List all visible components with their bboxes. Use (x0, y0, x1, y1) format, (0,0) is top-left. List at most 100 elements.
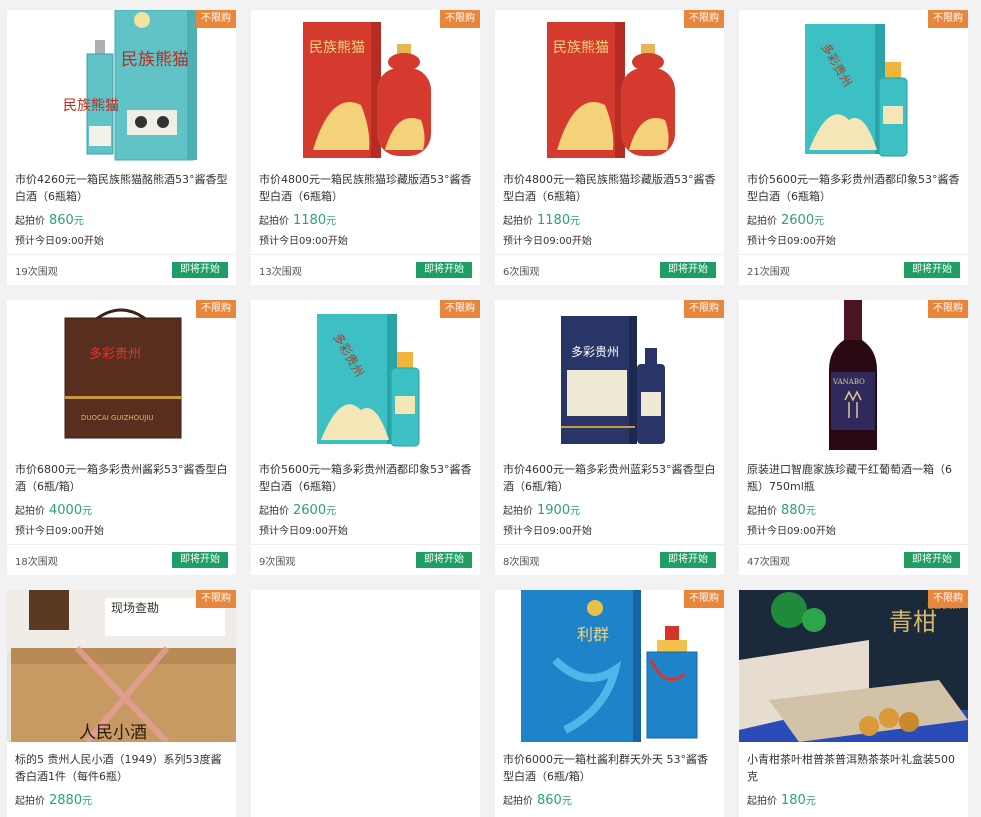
start-price-label: 起拍价 (15, 216, 45, 227)
product-title[interactable]: 原装进口智鹿家族珍藏干红葡萄酒一箱（6瓶）750ml瓶 (739, 461, 968, 495)
price-value: 4000 (49, 503, 83, 518)
no-limit-badge: 不限购 (440, 10, 480, 28)
coming-soon-button[interactable]: 即将开始 (172, 552, 228, 568)
panda-liquor-red-box-image: 民族熊猫 (251, 10, 480, 162)
renmin-text: 人民小酒 (79, 723, 147, 742)
product-title[interactable]: 市价5600元一箱多彩贵州酒都印象53°酱香型白酒（6瓶箱） (739, 171, 968, 205)
panda-brand-text: 民族熊猫 (309, 40, 365, 56)
price-unit: 元 (805, 796, 816, 807)
coming-soon-button[interactable]: 即将开始 (172, 262, 228, 278)
product-card[interactable]: 多彩贵州 不限购 市价5600元一箱多彩贵州酒都印象53°酱香型白酒（6瓶箱） … (251, 300, 480, 575)
product-card[interactable]: 青柑 艺匠心制作 不限购 小青柑茶叶柑普茶普洱熟茶茶叶礼盒装500克 起拍价 18… (739, 590, 968, 817)
product-title[interactable]: 市价6800元一箱多彩贵州酱彩53°酱香型白酒（6瓶/箱） (7, 461, 236, 495)
duocai-brand-text: 多彩贵州 (571, 345, 619, 359)
coming-soon-button[interactable]: 即将开始 (904, 552, 960, 568)
price-value: 1180 (293, 213, 327, 228)
no-limit-badge: 不限购 (684, 300, 724, 318)
no-limit-badge: 不限购 (928, 590, 968, 608)
coming-soon-button[interactable]: 即将开始 (904, 262, 960, 278)
product-card[interactable]: 现场查勘 人民小酒 不限购 标的5 贵州人民小酒（1949）系列53度酱香白酒1… (7, 590, 236, 817)
start-time: 预计今日09:00开始 (259, 526, 348, 537)
product-image[interactable]: 多彩贵州 DUOCAI GUIZHOUJIU 不限购 (7, 300, 236, 452)
start-time: 预计今日09:00开始 (503, 236, 592, 247)
start-price-label: 起拍价 (503, 216, 533, 227)
product-title[interactable]: 标的5 贵州人民小酒（1949）系列53度酱香白酒1件（每件6瓶） (7, 751, 236, 785)
start-time: 预计今日09:00开始 (15, 236, 104, 247)
no-limit-badge: 不限购 (684, 590, 724, 608)
start-price-label: 起拍价 (15, 506, 45, 517)
product-title[interactable]: 市价4800元一箱民族熊猫珍藏版酒53°酱香型白酒（6瓶箱） (495, 171, 724, 205)
price-value: 1900 (537, 503, 571, 518)
start-price: 起拍价 1180元 (251, 211, 480, 231)
product-image[interactable]: 多彩贵州 不限购 (495, 300, 724, 452)
view-count: 6次围观 (503, 266, 540, 278)
site-survey-text: 现场查勘 (111, 601, 159, 615)
product-card[interactable]: 多彩贵州 不限购 市价4600元一箱多彩贵州蓝彩53°酱香型白酒（6瓶/箱） 起… (495, 300, 724, 575)
product-card[interactable]: VANABO 不限购 原装进口智鹿家族珍藏干红葡萄酒一箱（6瓶）750ml瓶 起… (739, 300, 968, 575)
price-value: 2600 (293, 503, 327, 518)
product-card[interactable]: 多彩贵州 不限购 市价5600元一箱多彩贵州酒都印象53°酱香型白酒（6瓶箱） … (739, 10, 968, 285)
view-count: 47次围观 (747, 556, 790, 568)
liqun-blue-box-image: 利群 (495, 590, 724, 742)
no-limit-badge: 不限购 (928, 300, 968, 318)
start-price-label: 起拍价 (503, 506, 533, 517)
start-price: 起拍价 880元 (739, 501, 968, 521)
product-image[interactable]: 多彩贵州 不限购 (251, 300, 480, 452)
tea-wooden-box-image: 青柑 艺匠心制作 (739, 590, 968, 742)
duocai-teal-box-image: 多彩贵州 (251, 300, 480, 452)
product-image[interactable]: 青柑 艺匠心制作 不限购 (739, 590, 968, 742)
no-limit-badge: 不限购 (928, 10, 968, 28)
duocai-en-text: DUOCAI GUIZHOUJIU (81, 414, 154, 422)
start-price: 起拍价 4000元 (7, 501, 236, 521)
product-card[interactable]: 利群 不限购 市价6000元一箱杜酱利群天外天 53°酱香型白酒（6瓶/箱） 起… (495, 590, 724, 817)
product-title[interactable]: 小青柑茶叶柑普茶普洱熟茶茶叶礼盒装500克 (739, 751, 968, 785)
view-count: 8次围观 (503, 556, 540, 568)
panda-liquor-red-box-image: 民族熊猫 (495, 10, 724, 162)
coming-soon-button[interactable]: 即将开始 (660, 552, 716, 568)
product-image[interactable]: 民族熊猫 民族熊猫 不限购 (7, 10, 236, 162)
panda-brand-text: 民族熊猫 (553, 40, 609, 56)
product-card[interactable]: 民族熊猫 不限购 市价4800元一箱民族熊猫珍藏版酒53°酱香型白酒（6瓶箱） … (251, 10, 480, 285)
card-footer: 21次围观 即将开始 (739, 254, 968, 285)
start-time: 预计今日09:00开始 (503, 526, 592, 537)
start-price: 起拍价 2600元 (251, 501, 480, 521)
liqun-brand-text: 利群 (577, 625, 609, 644)
start-price: 起拍价 180元 (739, 791, 968, 811)
product-grid: 民族熊猫 民族熊猫 不限购 市价4260元一箱民族熊猫酩熊酒53°酱香型白酒（6… (0, 0, 981, 817)
view-count: 13次围观 (259, 266, 302, 278)
product-title[interactable]: 市价4800元一箱民族熊猫珍藏版酒53°酱香型白酒（6瓶箱） (251, 171, 480, 205)
start-price: 起拍价 860元 (7, 211, 236, 231)
start-price: 起拍价 1180元 (495, 211, 724, 231)
carton-box-photo-image: 现场查勘 人民小酒 (7, 590, 236, 742)
price-unit: 元 (326, 216, 337, 227)
product-image[interactable]: 民族熊猫 不限购 (495, 10, 724, 162)
start-price: 起拍价 860元 (495, 791, 724, 811)
coming-soon-button[interactable]: 即将开始 (660, 262, 716, 278)
start-price-label: 起拍价 (747, 216, 777, 227)
no-limit-badge: 不限购 (196, 590, 236, 608)
product-title[interactable]: 市价5600元一箱多彩贵州酒都印象53°酱香型白酒（6瓶箱） (251, 461, 480, 495)
start-time: 预计今日09:00开始 (747, 526, 836, 537)
product-image[interactable]: 现场查勘 人民小酒 不限购 (7, 590, 236, 742)
coming-soon-button[interactable]: 即将开始 (416, 262, 472, 278)
product-image[interactable]: 民族熊猫 不限购 (251, 10, 480, 162)
coming-soon-button[interactable]: 即将开始 (416, 552, 472, 568)
product-image[interactable]: 多彩贵州 不限购 (739, 10, 968, 162)
price-unit: 元 (814, 216, 825, 227)
price-value: 860 (537, 793, 562, 808)
price-unit: 元 (570, 216, 581, 227)
product-title[interactable]: 市价6000元一箱杜酱利群天外天 53°酱香型白酒（6瓶/箱） (495, 751, 724, 785)
start-price-label: 起拍价 (259, 216, 289, 227)
product-card[interactable]: 民族熊猫 民族熊猫 不限购 市价4260元一箱民族熊猫酩熊酒53°酱香型白酒（6… (7, 10, 236, 285)
start-price-label: 起拍价 (15, 796, 45, 807)
product-image[interactable]: VANABO 不限购 (739, 300, 968, 452)
no-limit-badge: 不限购 (684, 10, 724, 28)
product-title[interactable]: 市价4600元一箱多彩贵州蓝彩53°酱香型白酒（6瓶/箱） (495, 461, 724, 495)
product-image[interactable]: 利群 不限购 (495, 590, 724, 742)
view-count: 9次围观 (259, 556, 296, 568)
duocai-brown-bag-image: 多彩贵州 DUOCAI GUIZHOUJIU (7, 300, 236, 452)
product-card[interactable]: 民族熊猫 不限购 市价4800元一箱民族熊猫珍藏版酒53°酱香型白酒（6瓶箱） … (495, 10, 724, 285)
price-unit: 元 (73, 216, 84, 227)
product-title[interactable]: 市价4260元一箱民族熊猫酩熊酒53°酱香型白酒（6瓶箱） (7, 171, 236, 205)
product-card[interactable]: 多彩贵州 DUOCAI GUIZHOUJIU 不限购 市价6800元一箱多彩贵州… (7, 300, 236, 575)
